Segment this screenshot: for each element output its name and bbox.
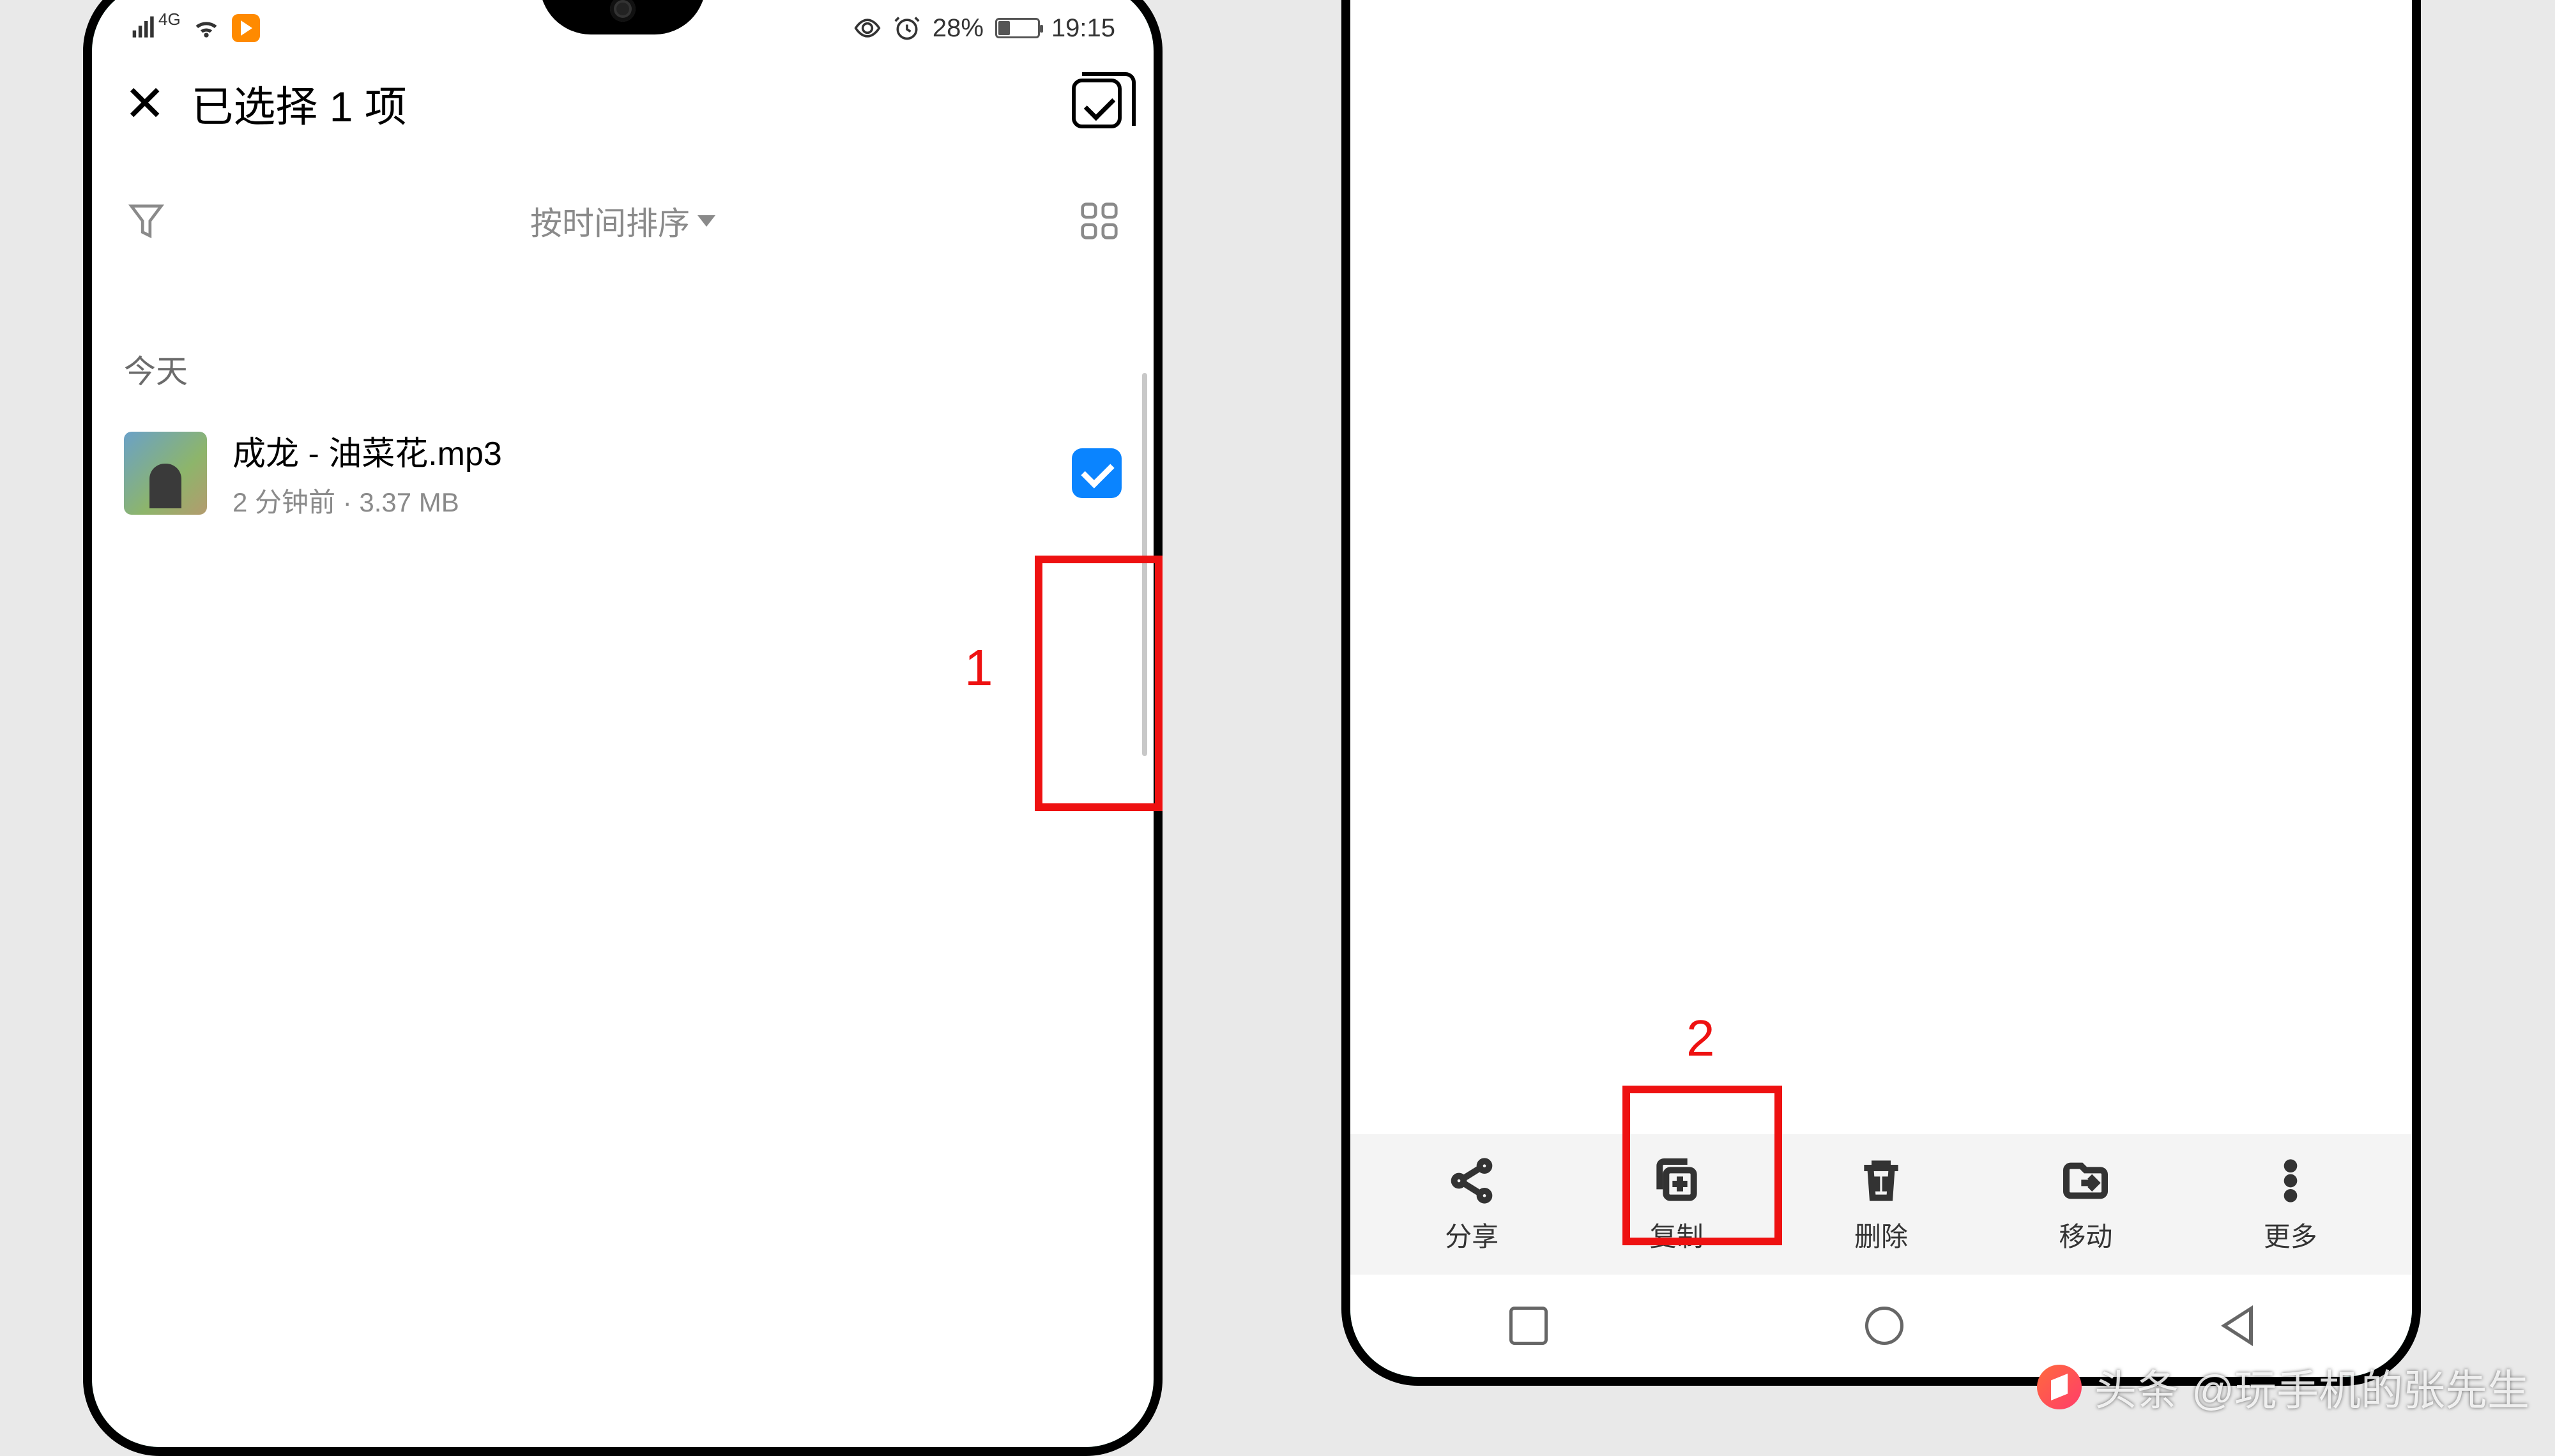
battery-percent: 28% <box>933 14 984 43</box>
eye-icon <box>853 14 881 42</box>
watermark-handle: @玩手机的张先生 <box>2192 1356 2529 1418</box>
selection-header: ✕ 已选择 1 项 <box>92 47 1154 147</box>
delete-button[interactable]: 删除 <box>1827 1155 1935 1254</box>
scrollbar[interactable] <box>1142 373 1147 756</box>
network-signal-icon <box>130 14 158 42</box>
nav-back-icon[interactable] <box>2221 1305 2253 1346</box>
annotation-label-1: 1 <box>965 639 993 697</box>
sort-dropdown[interactable]: 按时间排序 <box>530 198 715 244</box>
bottom-toolbar: 分享 复制 删除 移动 更多 <box>1350 1134 2412 1275</box>
move-button[interactable]: 移动 <box>2031 1155 2140 1254</box>
more-button[interactable]: 更多 <box>2236 1155 2345 1254</box>
file-name: 成龙 - 油菜花.mp3 <box>233 427 1046 474</box>
watermark-prefix: 头条 <box>2094 1356 2179 1418</box>
header-title: 已选择 1 项 <box>191 73 1046 134</box>
nav-home-icon[interactable] <box>1865 1307 1903 1345</box>
battery-icon <box>995 18 1040 38</box>
watermark-logo-icon <box>2037 1365 2082 1409</box>
filter-icon[interactable] <box>124 199 169 243</box>
file-info: 成龙 - 油菜花.mp3 2 分钟前 · 3.37 MB <box>233 427 1046 520</box>
sort-label-text: 按时间排序 <box>530 198 690 244</box>
move-label: 移动 <box>2059 1215 2112 1254</box>
file-meta: 2 分钟前 · 3.37 MB <box>233 481 1046 520</box>
phone-right: 分享 复制 删除 移动 更多 <box>1341 0 2421 1386</box>
copy-button[interactable]: 复制 <box>1622 1155 1731 1254</box>
watermark: 头条 @玩手机的张先生 <box>2037 1356 2529 1418</box>
phone-left: 4G 28% 19:15 ✕ 已选择 1 项 按时间排序 <box>83 0 1163 1456</box>
annotation-label-2: 2 <box>1686 1009 1715 1068</box>
share-button[interactable]: 分享 <box>1417 1155 1526 1254</box>
chevron-down-icon <box>698 215 715 227</box>
wifi-icon <box>192 14 220 42</box>
file-row[interactable]: 成龙 - 油菜花.mp3 2 分钟前 · 3.37 MB <box>92 411 1154 535</box>
share-label: 分享 <box>1445 1215 1499 1254</box>
grid-view-icon[interactable] <box>1077 199 1122 243</box>
clock-time: 19:15 <box>1051 14 1115 43</box>
file-thumbnail <box>124 432 207 515</box>
nav-recent-icon[interactable] <box>1509 1307 1548 1345</box>
sort-row: 按时间排序 <box>92 147 1154 269</box>
network-label: 4G <box>158 10 181 29</box>
delete-label: 删除 <box>1854 1215 1908 1254</box>
file-checkbox[interactable] <box>1072 448 1122 498</box>
more-label: 更多 <box>2264 1215 2317 1254</box>
media-play-icon <box>232 14 260 42</box>
section-today-label: 今天 <box>92 269 1154 411</box>
close-icon[interactable]: ✕ <box>124 79 165 128</box>
copy-label: 复制 <box>1650 1215 1704 1254</box>
alarm-icon <box>893 14 921 42</box>
select-all-button[interactable] <box>1072 79 1122 128</box>
